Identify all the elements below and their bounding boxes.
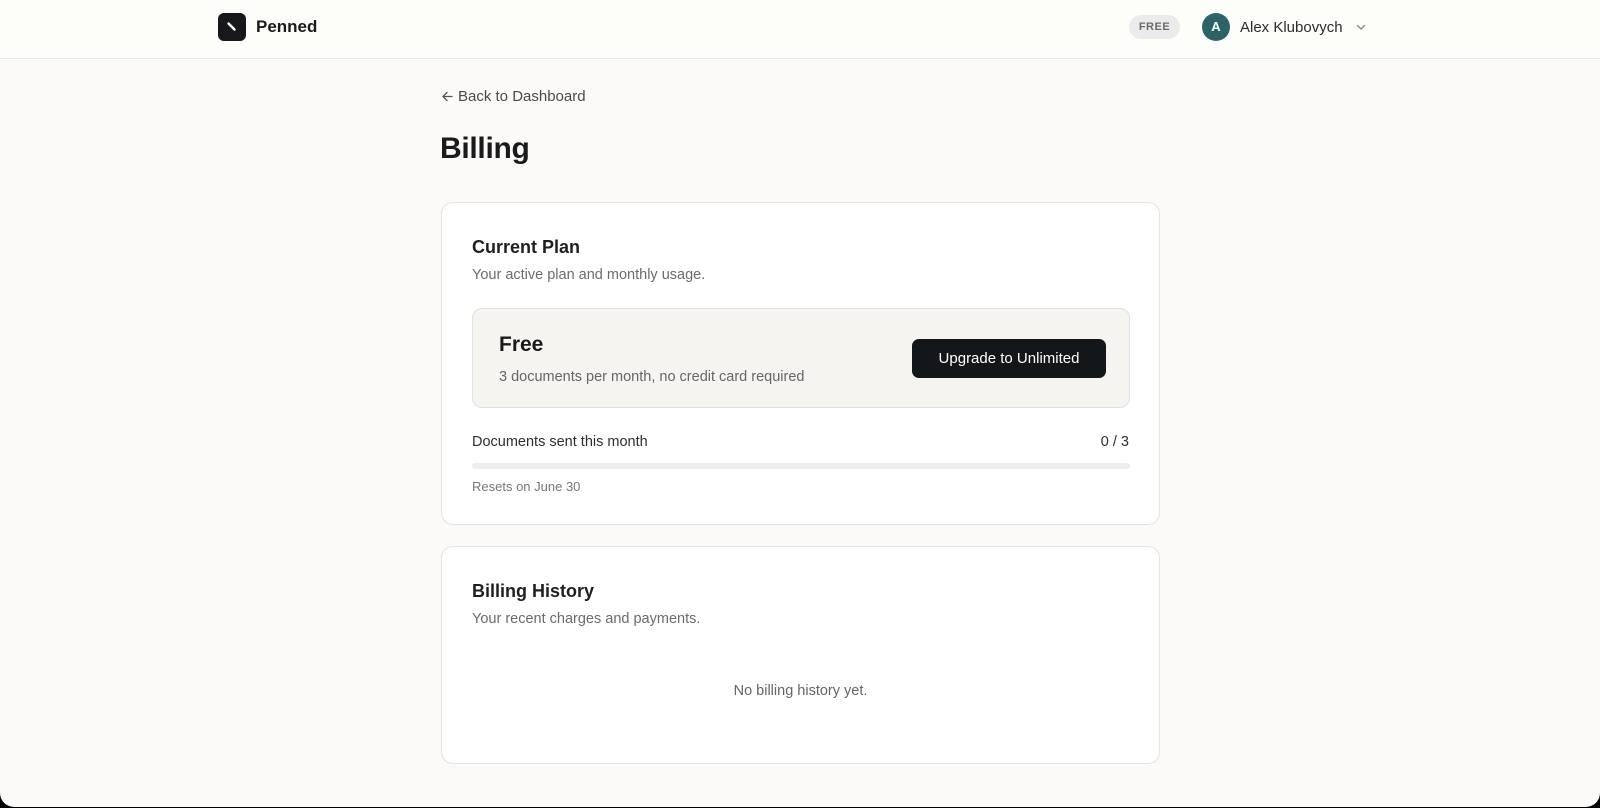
plan-summary-box: Free 3 documents per month, no credit ca… — [472, 308, 1130, 408]
plan-description: 3 documents per month, no credit card re… — [499, 369, 805, 385]
billing-history-title: Billing History — [472, 581, 595, 601]
back-link-label: Back to Dashboard — [458, 88, 586, 105]
brand-home-link[interactable]: Penned — [218, 13, 317, 41]
page-title: Billing — [440, 132, 530, 165]
top-bar: Penned FREE A Alex Klubovych — [0, 0, 1600, 59]
current-plan-title: Current Plan — [472, 237, 581, 257]
billing-history-card: Billing History Your recent charges and … — [441, 546, 1160, 764]
user-name: Alex Klubovych — [1240, 18, 1343, 36]
avatar: A — [1202, 13, 1230, 41]
current-plan-subtitle: Your active plan and monthly usage. — [472, 267, 706, 283]
back-to-dashboard-link[interactable]: Back to Dashboard — [441, 88, 586, 105]
plan-badge: FREE — [1129, 15, 1180, 39]
usage-label: Documents sent this month — [472, 434, 648, 450]
pen-icon — [218, 13, 246, 41]
upgrade-button[interactable]: Upgrade to Unlimited — [912, 339, 1106, 378]
billing-history-subtitle: Your recent charges and payments. — [472, 611, 701, 627]
arrow-left-icon — [442, 91, 453, 102]
usage-count: 0 / 3 — [1100, 434, 1129, 450]
app-window: Penned FREE A Alex Klubovych Back to Das… — [0, 0, 1600, 807]
usage-progress-bar — [472, 463, 1130, 469]
brand-name: Penned — [256, 17, 318, 36]
chevron-down-icon — [1356, 24, 1365, 30]
user-menu-button[interactable]: A Alex Klubovych — [1202, 13, 1367, 41]
reset-note: Resets on June 30 — [472, 479, 581, 494]
billing-history-empty-state: No billing history yet. — [733, 683, 868, 699]
current-plan-card: Current Plan Your active plan and monthl… — [441, 202, 1160, 525]
plan-name: Free — [499, 333, 544, 356]
